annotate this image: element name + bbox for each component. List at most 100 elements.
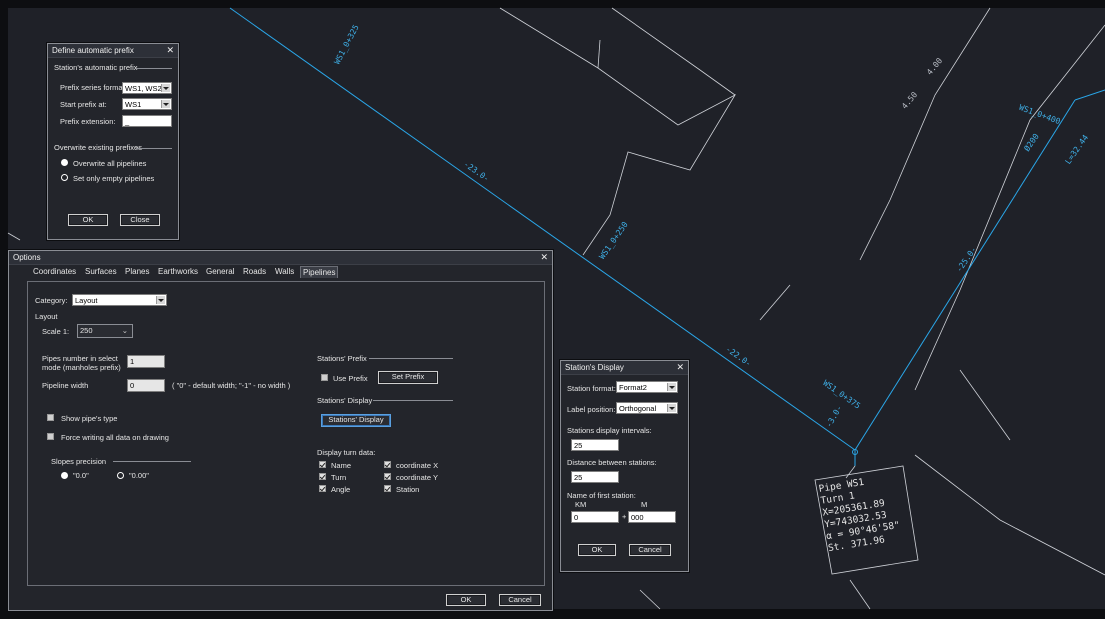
tab-planes[interactable]: Planes	[125, 267, 149, 276]
pipeline-width-label: Pipeline width	[42, 381, 89, 390]
category-select[interactable]: Layout	[72, 294, 167, 306]
km-input[interactable]: 0	[571, 511, 619, 523]
force-writing-checkbox[interactable]	[47, 433, 54, 440]
distance-input[interactable]: 25	[571, 471, 619, 483]
divider	[113, 461, 191, 462]
tab-coordinates[interactable]: Coordinates	[33, 267, 76, 276]
show-pipe-type-checkbox[interactable]	[47, 414, 54, 421]
show-pipe-type-label: Show pipe's type	[61, 414, 118, 423]
turn-station-label: Station	[396, 485, 420, 494]
series-format-select[interactable]: WS1, WS2	[122, 82, 172, 94]
dialog-titlebar[interactable]: Options ✕	[9, 251, 552, 265]
stations-prefix-label: Stations' Prefix	[317, 354, 367, 363]
set-prefix-button[interactable]: Set Prefix	[378, 371, 438, 384]
slopes-precision-label: Slopes precision	[51, 457, 107, 466]
chevron-down-icon[interactable]	[161, 100, 170, 108]
cancel-button[interactable]: Cancel	[629, 544, 671, 556]
pipes-number-label-line2: mode (manholes prefix)	[42, 363, 121, 372]
dialog-title: Options	[13, 253, 41, 262]
station-format-select[interactable]: Format2	[616, 381, 678, 393]
turn-station-checkbox[interactable]	[384, 485, 391, 492]
m-label: M	[641, 500, 648, 509]
scale-value: 250	[80, 326, 93, 335]
turn-name-checkbox[interactable]	[319, 461, 326, 468]
category-label: Category:	[35, 296, 68, 305]
dialog-titlebar[interactable]: Define automatic prefix ✕	[48, 44, 178, 58]
section-label-automatic-prefix: Station's automatic prefix	[54, 63, 138, 72]
turn-coord-x-checkbox[interactable]	[384, 461, 391, 468]
pipeline-width-input[interactable]: 0	[127, 379, 165, 392]
ok-button[interactable]: OK	[68, 214, 108, 226]
scale-select[interactable]: 250 ⌄	[77, 324, 133, 338]
slope-precision-radio-1[interactable]	[61, 472, 68, 479]
pipe-info-label[interactable]	[814, 465, 919, 575]
cancel-button[interactable]: Cancel	[499, 594, 541, 606]
turn-name-label: Name	[331, 461, 352, 470]
chevron-down-icon[interactable]	[161, 84, 170, 92]
series-format-value: WS1, WS2	[125, 84, 162, 93]
slope-precision-option-1: "0.0"	[73, 471, 89, 480]
start-prefix-label: Start prefix at:	[60, 100, 107, 109]
overwrite-all-radio[interactable]	[61, 159, 68, 166]
turn-turn-checkbox[interactable]	[319, 473, 326, 480]
turn-coord-x-label: coordinate X	[396, 461, 439, 470]
chevron-down-icon[interactable]	[156, 296, 165, 304]
label-position-value: Orthogonal	[619, 404, 657, 413]
label-position-select[interactable]: Orthogonal	[616, 402, 678, 414]
stations-display-dialog: Station's Display ✕ Station format: Form…	[560, 360, 689, 572]
tab-surfaces[interactable]: Surfaces	[85, 267, 117, 276]
tab-pipelines[interactable]: Pipelines	[300, 266, 339, 278]
display-turn-data-label: Display turn data:	[317, 448, 376, 457]
pipes-number-label-line1: Pipes number in select	[42, 354, 118, 363]
chevron-down-icon[interactable]: ⌄	[122, 326, 128, 335]
close-icon[interactable]: ✕	[166, 45, 174, 56]
section-label-overwrite: Overwrite existing prefixes	[54, 143, 142, 152]
scale-label: Scale 1:	[42, 327, 70, 336]
tab-general[interactable]: General	[206, 267, 234, 276]
turn-turn-label: Turn	[331, 473, 347, 482]
first-station-label: Name of first station:	[567, 491, 636, 500]
prefix-extension-input[interactable]: _	[122, 115, 172, 127]
chevron-down-icon[interactable]	[667, 383, 676, 391]
tab-roads[interactable]: Roads	[243, 267, 266, 276]
pipeline-width-hint: ( "0" - default width; "-1" - no width )	[172, 381, 291, 390]
turn-coord-y-label: coordinate Y	[396, 473, 438, 482]
pipes-number-input[interactable]: 1	[127, 355, 165, 368]
slope-precision-radio-2[interactable]	[117, 472, 124, 479]
set-empty-radio[interactable]	[61, 174, 68, 181]
divider	[369, 358, 453, 359]
turn-coord-y-checkbox[interactable]	[384, 473, 391, 480]
layout-group-label: Layout	[35, 312, 58, 321]
close-button[interactable]: Close	[120, 214, 160, 226]
divider	[136, 148, 172, 149]
dialog-title: Station's Display	[565, 363, 624, 372]
ok-button[interactable]: OK	[578, 544, 616, 556]
use-prefix-label: Use Prefix	[333, 374, 368, 383]
m-input[interactable]: 000	[628, 511, 676, 523]
define-prefix-dialog: Define automatic prefix ✕ Station's auto…	[47, 43, 179, 240]
divider	[136, 68, 172, 69]
start-prefix-value: WS1	[125, 100, 142, 109]
stations-display-button[interactable]: Stations' Display	[321, 414, 391, 427]
dialog-titlebar[interactable]: Station's Display ✕	[561, 361, 688, 375]
intervals-input[interactable]: 25	[571, 439, 619, 451]
options-dialog: Options ✕ Coordinates Surfaces Planes Ea…	[8, 250, 553, 611]
label-position-label: Label position:	[567, 405, 616, 414]
use-prefix-checkbox[interactable]	[321, 374, 328, 381]
start-prefix-select[interactable]: WS1	[122, 98, 172, 110]
close-icon[interactable]: ✕	[676, 362, 684, 373]
chevron-down-icon[interactable]	[667, 404, 676, 412]
plus-separator: +	[622, 512, 627, 521]
force-writing-label: Force writing all data on drawing	[61, 433, 169, 442]
tab-walls[interactable]: Walls	[275, 267, 294, 276]
close-icon[interactable]: ✕	[540, 252, 548, 263]
stations-display-label: Stations' Display	[317, 396, 373, 405]
distance-label: Distance between stations:	[567, 458, 657, 467]
divider	[373, 400, 453, 401]
turn-angle-checkbox[interactable]	[319, 485, 326, 492]
dialog-title: Define automatic prefix	[52, 46, 134, 55]
ok-button[interactable]: OK	[446, 594, 486, 606]
series-format-label: Prefix series format:	[60, 83, 127, 92]
tab-earthworks[interactable]: Earthworks	[158, 267, 198, 276]
slope-precision-option-2: "0.00"	[129, 471, 149, 480]
